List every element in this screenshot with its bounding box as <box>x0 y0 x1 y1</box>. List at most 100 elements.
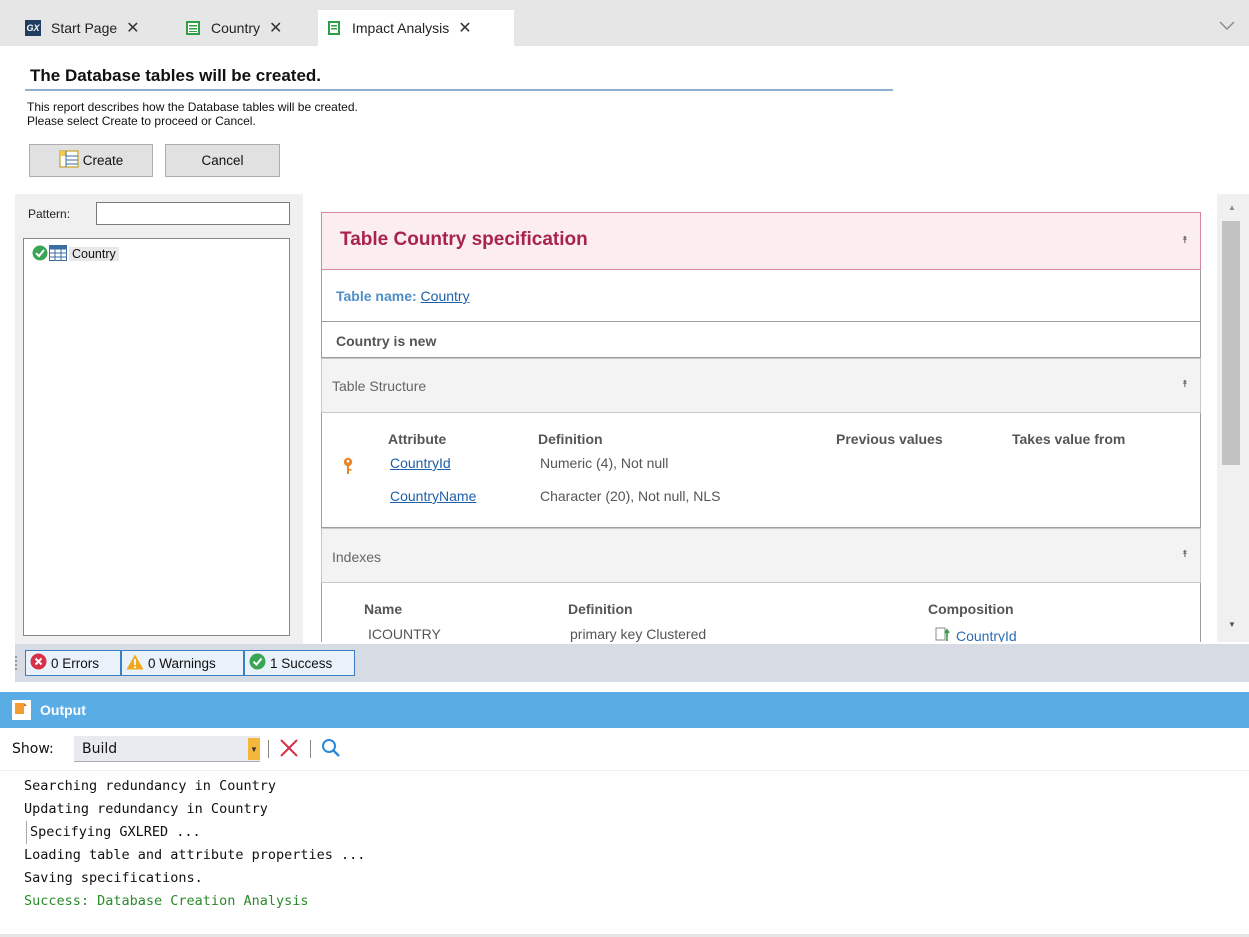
tab-label: Start Page <box>51 20 118 36</box>
column-header: Composition <box>928 601 1014 617</box>
scrollbar-thumb[interactable] <box>1222 221 1240 465</box>
pattern-label: Pattern: <box>28 207 71 221</box>
output-icon <box>12 700 31 720</box>
output-log: Searching redundancy in Country Updating… <box>0 770 1249 935</box>
warnings-count: 0 Warnings <box>148 655 216 671</box>
output-title: Output <box>40 702 86 718</box>
report-header: The Database tables will be created. Thi… <box>15 46 1249 194</box>
tab-label: Country <box>211 20 261 36</box>
tree-item-label: Country <box>69 247 119 261</box>
section-heading: Indexes <box>332 549 382 565</box>
table-name-link[interactable]: Country <box>421 288 470 304</box>
attribute-definition: Numeric (4), Not null <box>540 455 669 471</box>
find-icon[interactable] <box>321 738 341 761</box>
description-line: This report describes how the Database t… <box>27 100 358 114</box>
column-header: Attribute <box>388 431 447 447</box>
index-composition[interactable]: CountryId <box>956 628 1017 642</box>
close-icon[interactable]: ✕ <box>269 18 282 38</box>
attribute-definition: Character (20), Not null, NLS <box>540 488 721 504</box>
key-icon <box>342 457 354 478</box>
header-description: This report describes how the Database t… <box>27 100 358 128</box>
table-name-label: Table name: <box>336 288 417 304</box>
log-line: Saving specifications. <box>24 870 203 886</box>
table-structure-header[interactable]: Table Structure ⯭ <box>321 358 1201 413</box>
create-table-icon <box>59 150 79 171</box>
log-line: Searching redundancy in Country <box>24 778 276 794</box>
table-icon <box>49 244 67 264</box>
title-divider <box>25 89 893 91</box>
collapse-icon[interactable]: ⯭ <box>1182 549 1188 560</box>
index-name: ICOUNTRY <box>368 626 441 642</box>
log-line: Updating redundancy in Country <box>24 801 268 817</box>
log-line: Loading table and attribute properties .… <box>24 847 366 863</box>
column-header: Previous values <box>836 431 943 447</box>
tab-start-page[interactable]: GX Start Page ✕ <box>17 10 148 46</box>
index-definition: primary key Clustered <box>570 626 707 642</box>
gx-logo-icon: GX <box>25 20 41 36</box>
clear-output-icon[interactable] <box>279 738 299 761</box>
column-header: Takes value from <box>1012 431 1126 447</box>
output-toolbar: Show: Build ▼ <box>0 732 1249 766</box>
create-label: Create <box>82 153 124 168</box>
log-line: Specifying GXLRED ... <box>26 821 1249 844</box>
table-tree: Country <box>23 238 290 636</box>
success-icon <box>32 245 48 264</box>
table-name-field: Table name: Country <box>336 288 470 304</box>
column-header: Definition <box>568 601 633 617</box>
impact-report: Table Country specification ⯭ Table name… <box>303 194 1217 642</box>
table-name-row: Table name: Country <box>321 270 1201 322</box>
scroll-down-icon[interactable]: ▼ <box>1228 620 1236 629</box>
attribute-link[interactable]: CountryId <box>390 455 451 471</box>
error-icon <box>30 653 47 673</box>
tab-label: Impact Analysis <box>352 20 450 36</box>
success-filter-button[interactable]: 1 Success <box>244 650 355 676</box>
show-label: Show: <box>12 741 54 757</box>
column-header: Definition <box>538 431 603 447</box>
errors-count: 0 Errors <box>51 655 100 671</box>
success-icon <box>249 653 266 673</box>
output-panel-header: Output <box>0 692 1249 728</box>
status-row: Country is new <box>321 322 1201 358</box>
document-tab-bar: GX Start Page ✕ Country ✕ Impact Analysi… <box>0 0 1249 46</box>
success-count: 1 Success <box>270 655 333 671</box>
column-header: Name <box>364 601 403 617</box>
spec-title: Table Country specification <box>340 229 588 250</box>
create-button[interactable]: Create <box>29 144 153 177</box>
close-icon[interactable]: ✕ <box>458 18 471 38</box>
scroll-up-icon[interactable]: ▲ <box>1228 203 1236 212</box>
output-source-select[interactable]: Build ▼ <box>74 736 260 762</box>
section-heading: Table Structure <box>332 378 427 394</box>
warnings-filter-button[interactable]: 0 Warnings <box>121 650 244 676</box>
indexes-table: Name Definition Composition ICOUNTRY pri… <box>321 583 1201 642</box>
pattern-input[interactable] <box>96 202 290 225</box>
analysis-status-bar: 0 Errors 0 Warnings 1 Success <box>15 644 1249 682</box>
attribute-link[interactable]: CountryName <box>390 488 476 504</box>
toolbar-separator <box>310 740 311 758</box>
tab-country[interactable]: Country ✕ <box>177 10 290 46</box>
table-list-pane: Pattern: Country <box>15 194 303 644</box>
toolbar-separator <box>268 740 269 758</box>
index-column-icon <box>935 627 953 642</box>
report-scrollbar[interactable]: ▲ ▼ <box>1217 194 1249 642</box>
cancel-label: Cancel <box>201 153 244 168</box>
collapse-icon[interactable]: ⯭ <box>1182 379 1188 390</box>
chevron-down-icon[interactable] <box>1219 19 1235 34</box>
selected-output: Build <box>82 741 118 757</box>
tab-impact-analysis[interactable]: Impact Analysis ✕ <box>318 10 514 46</box>
transaction-icon <box>185 20 201 36</box>
indexes-header[interactable]: Indexes ⯭ <box>321 528 1201 583</box>
errors-filter-button[interactable]: 0 Errors <box>25 650 121 676</box>
description-line: Please select Create to proceed or Cance… <box>27 114 256 128</box>
spec-header: Table Country specification ⯭ <box>321 212 1201 270</box>
close-icon[interactable]: ✕ <box>126 18 139 38</box>
toolbar-grip[interactable] <box>15 656 19 670</box>
dropdown-arrow-icon[interactable]: ▼ <box>248 738 260 760</box>
warning-icon <box>126 654 144 673</box>
page-title: The Database tables will be created. <box>30 66 322 85</box>
log-line-success: Success: Database Creation Analysis <box>24 893 309 909</box>
collapse-icon[interactable]: ⯭ <box>1182 235 1188 246</box>
table-structure: Attribute Definition Previous values Tak… <box>321 413 1201 528</box>
tree-item-country[interactable]: Country <box>32 244 119 264</box>
report-icon <box>326 20 342 36</box>
cancel-button[interactable]: Cancel <box>165 144 280 177</box>
